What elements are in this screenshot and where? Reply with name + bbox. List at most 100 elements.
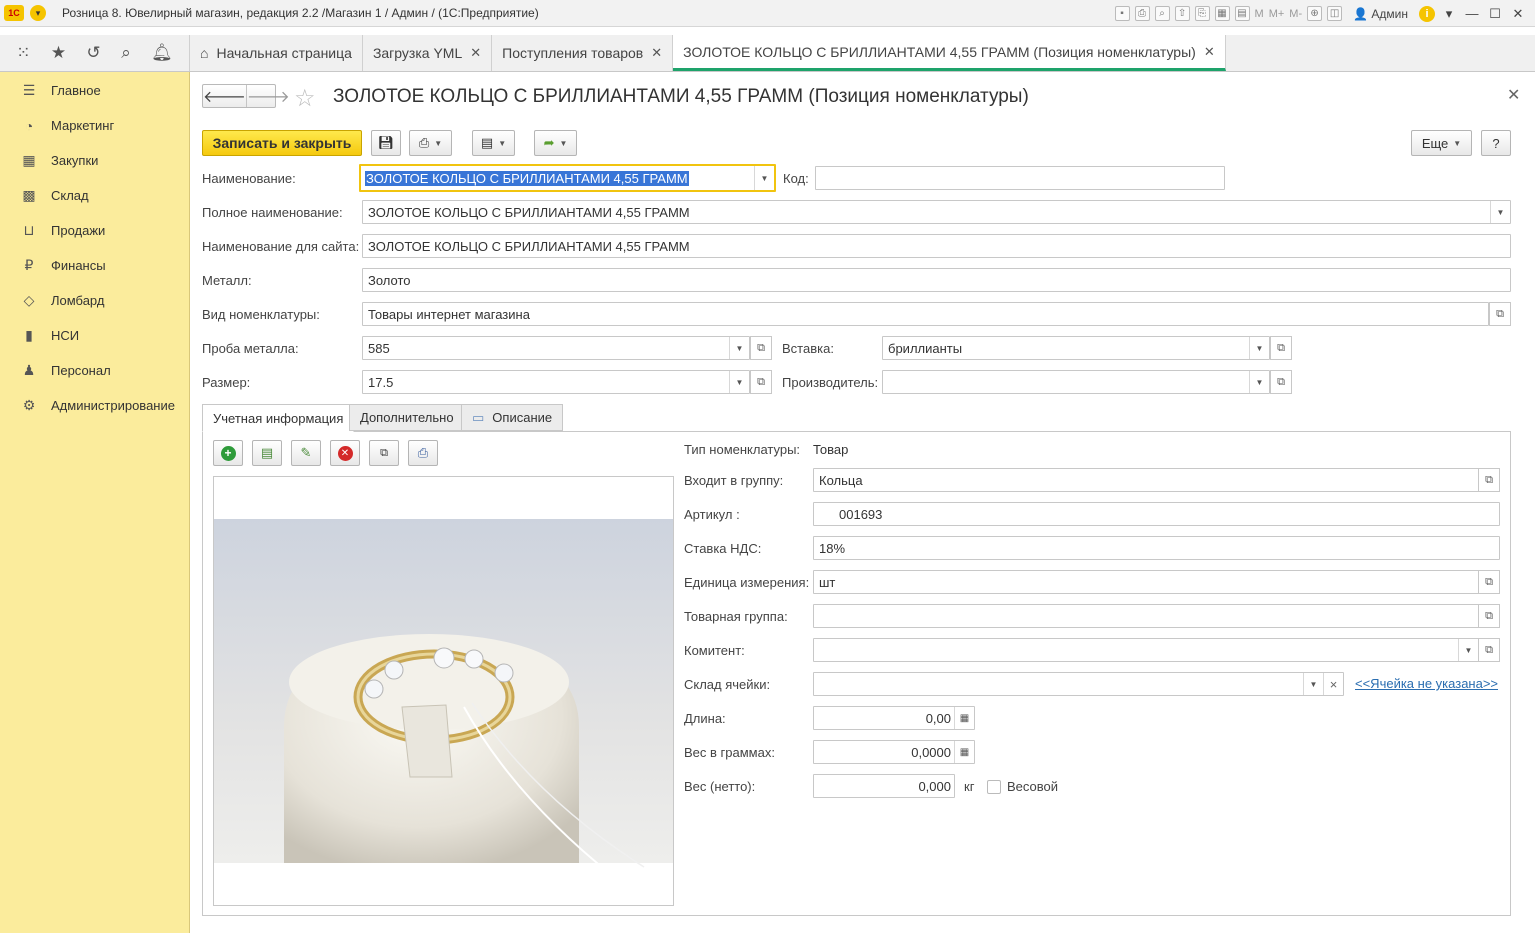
maximize-button[interactable]: ☐: [1486, 6, 1504, 22]
save-icon[interactable]: ▪: [1114, 6, 1130, 21]
open-icon[interactable]: ⧉: [1270, 370, 1292, 394]
chevron-down-icon[interactable]: ▼: [754, 166, 774, 190]
add-image-button[interactable]: +: [213, 440, 243, 466]
site-name-field[interactable]: ЗОЛОТОЕ КОЛЬЦО С БРИЛЛИАНТАМИ 4,55 ГРАММ: [362, 234, 1511, 258]
close-form-icon[interactable]: ✕: [1507, 85, 1520, 105]
apps-grid-icon[interactable]: ⁙: [16, 43, 30, 63]
info-icon[interactable]: i: [1419, 5, 1435, 22]
sidebar-item-finance[interactable]: ₽ Финансы: [0, 248, 189, 283]
full-name-field[interactable]: ЗОЛОТОЕ КОЛЬЦО С БРИЛЛИАНТАМИ 4,55 ГРАММ…: [362, 200, 1511, 224]
more-button[interactable]: Еще ▼: [1411, 130, 1472, 156]
cell-not-set-link[interactable]: <<Ячейка не указана>>: [1355, 676, 1498, 691]
search-icon[interactable]: ⌕: [121, 43, 131, 63]
goods-group-field[interactable]: [813, 604, 1479, 628]
sidebar-item-staff[interactable]: ♟ Персонал: [0, 353, 189, 388]
clear-icon[interactable]: ×: [1323, 673, 1343, 695]
open-icon[interactable]: ⧉: [1489, 302, 1511, 326]
size-field[interactable]: 17.5 ▼: [362, 370, 750, 394]
help-button[interactable]: ?: [1481, 130, 1511, 156]
metal-field[interactable]: Золото: [362, 268, 1511, 292]
scan-image-button[interactable]: ⎙: [408, 440, 438, 466]
create-based-on-button[interactable]: ➦ ▼: [534, 130, 577, 156]
sidebar-item-purchases[interactable]: ▦ Закупки: [0, 143, 189, 178]
calculator-icon[interactable]: ▦: [954, 707, 974, 729]
delete-image-button[interactable]: ✕: [330, 440, 360, 466]
name-field[interactable]: ЗОЛОТОЕ КОЛЬЦО С БРИЛЛИАНТАМИ 4,55 ГРАММ…: [359, 164, 776, 192]
panels-icon[interactable]: ◫: [1327, 6, 1343, 21]
open-icon[interactable]: ⧉: [1478, 570, 1500, 594]
kind-field[interactable]: Товары интернет магазина: [362, 302, 1489, 326]
open-icon[interactable]: ⧉: [1478, 604, 1500, 628]
chevron-down-icon[interactable]: ▼: [1490, 201, 1510, 223]
vat-field[interactable]: 18%: [813, 536, 1500, 560]
article-field[interactable]: 001693: [813, 502, 1500, 526]
link-icon[interactable]: ⎘: [1194, 6, 1210, 21]
edit-image-button[interactable]: ✎: [291, 440, 321, 466]
chevron-down-icon[interactable]: ▾: [1440, 6, 1458, 22]
favorites-star-icon[interactable]: ★: [51, 43, 66, 63]
print-button[interactable]: ⎙ ▼: [409, 130, 452, 156]
close-tab-icon[interactable]: ✕: [1204, 44, 1215, 60]
open-icon[interactable]: ⧉: [750, 370, 772, 394]
tab-yml-import[interactable]: Загрузка YML ✕: [363, 35, 493, 71]
history-icon[interactable]: ↺: [87, 43, 101, 63]
calculator-icon[interactable]: ▦: [954, 741, 974, 763]
cell-field[interactable]: ▼ ×: [813, 672, 1344, 696]
preview-icon[interactable]: ⌕: [1154, 6, 1170, 21]
save-and-close-button[interactable]: Записать и закрыть: [202, 130, 362, 156]
chevron-down-icon[interactable]: ▼: [729, 337, 749, 359]
weighted-checkbox[interactable]: [987, 780, 1001, 794]
tab-receipts[interactable]: Поступления товаров ✕: [492, 35, 674, 71]
close-tab-icon[interactable]: ✕: [470, 45, 481, 61]
favorite-star-icon[interactable]: ☆: [294, 84, 316, 113]
chevron-down-icon[interactable]: ▼: [1249, 337, 1269, 359]
length-field[interactable]: 0,00 ▦: [813, 706, 975, 730]
group-field[interactable]: Кольца: [813, 468, 1479, 492]
sidebar-item-nsi[interactable]: ▮ НСИ: [0, 318, 189, 353]
memory-m-button[interactable]: M: [1255, 6, 1264, 21]
calendar-icon[interactable]: ▤: [1234, 6, 1250, 21]
open-image-button[interactable]: ⧉: [369, 440, 399, 466]
save-icon[interactable]: 💾︎: [371, 130, 401, 156]
tab-home[interactable]: ⌂ Начальная страница: [190, 35, 363, 71]
upload-icon[interactable]: ⇧: [1174, 6, 1190, 21]
committent-field[interactable]: ▼: [813, 638, 1479, 662]
reports-button[interactable]: ▤ ▼: [472, 130, 515, 156]
maker-field[interactable]: ▼: [882, 370, 1270, 394]
tab-account-info[interactable]: Учетная информация: [202, 404, 355, 432]
unit-field[interactable]: шт: [813, 570, 1479, 594]
net-weight-field[interactable]: 0,000: [813, 774, 955, 798]
chevron-down-icon[interactable]: ▼: [729, 371, 749, 393]
sidebar-item-sales[interactable]: ⊔ Продажи: [0, 213, 189, 248]
forward-arrow-icon[interactable]: 🡒: [245, 85, 290, 107]
open-icon[interactable]: ⧉: [750, 336, 772, 360]
open-icon[interactable]: ⧉: [1270, 336, 1292, 360]
sidebar-item-pawnshop[interactable]: ◇ Ломбард: [0, 283, 189, 318]
print-icon[interactable]: ⎙: [1134, 6, 1150, 21]
tab-additional[interactable]: Дополнительно: [349, 404, 465, 431]
tab-item-card[interactable]: ЗОЛОТОЕ КОЛЬЦО С БРИЛЛИАНТАМИ 4,55 ГРАММ…: [673, 35, 1226, 71]
file-image-button[interactable]: ▤: [252, 440, 282, 466]
sidebar-item-warehouse[interactable]: ▩ Склад: [0, 178, 189, 213]
minimize-button[interactable]: —: [1463, 6, 1481, 21]
close-tab-icon[interactable]: ✕: [651, 45, 662, 61]
sidebar-item-marketing[interactable]: ◔ Маркетинг: [0, 108, 189, 143]
table-icon[interactable]: ▦: [1214, 6, 1230, 21]
chevron-down-icon[interactable]: ▼: [1458, 639, 1478, 661]
main-menu-icon[interactable]: ▾: [30, 5, 46, 21]
insert-field[interactable]: бриллианты ▼: [882, 336, 1270, 360]
back-arrow-icon[interactable]: 🡐: [203, 85, 246, 107]
sidebar-item-main[interactable]: ☰ Главное: [0, 73, 189, 108]
current-user[interactable]: 👤 Админ: [1353, 7, 1408, 21]
memory-minus-button[interactable]: M-: [1289, 6, 1302, 21]
open-icon[interactable]: ⧉: [1478, 638, 1500, 662]
sidebar-item-admin[interactable]: ⚙ Администрирование: [0, 388, 189, 423]
memory-plus-button[interactable]: M+: [1269, 6, 1285, 21]
chevron-down-icon[interactable]: ▼: [1303, 673, 1323, 695]
close-window-button[interactable]: ✕: [1509, 6, 1527, 22]
tab-description[interactable]: ▭ Описание: [461, 404, 564, 431]
open-icon[interactable]: ⧉: [1478, 468, 1500, 492]
zoom-icon[interactable]: ⊕: [1307, 6, 1323, 21]
weight-field[interactable]: 0,0000 ▦: [813, 740, 975, 764]
chevron-down-icon[interactable]: ▼: [1249, 371, 1269, 393]
